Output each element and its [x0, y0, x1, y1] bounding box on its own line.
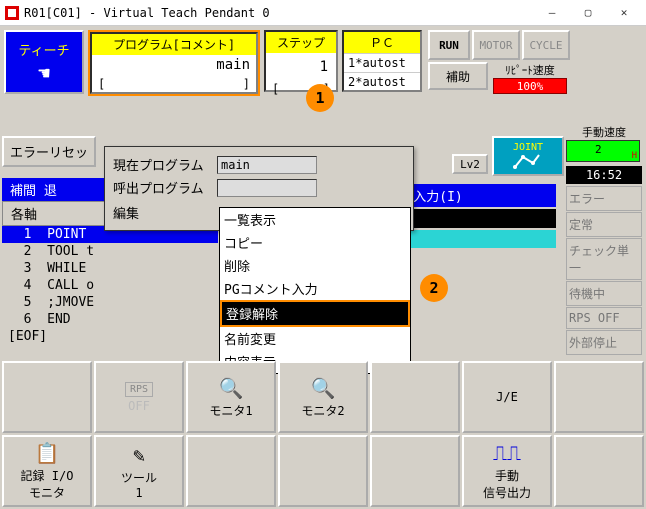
titlebar: R01[C01] - Virtual Teach Pendant 0 — ▢ ✕	[0, 0, 646, 26]
manual-speed-box[interactable]: 2 H	[566, 140, 640, 162]
status-error: エラー	[566, 186, 642, 211]
lv2-button[interactable]: Lv2	[452, 154, 488, 174]
status-wait: 待機中	[566, 281, 642, 306]
menu-item[interactable]: 名前変更	[220, 327, 410, 350]
off-label: OFF	[128, 399, 150, 413]
menu-item[interactable]: PGコメント入力	[220, 277, 410, 300]
rps-label: RPS	[125, 382, 153, 397]
minimize-button[interactable]: —	[534, 2, 570, 24]
status-extstop: 外部停止	[566, 330, 642, 355]
pc-row: 2*autost	[344, 72, 420, 91]
repeat-speed-box: ﾘﾋﾟｰﾄ速度 100%	[490, 62, 570, 94]
robot-arm-icon	[513, 153, 543, 171]
bottom-blank-6[interactable]	[370, 435, 460, 507]
bottom-grid: RPS OFF 🔍 モニタ1 🔍 モニタ2 J/E 📋 記録 I/O モニタ ✎…	[2, 361, 644, 507]
menu-item[interactable]: 一覧表示	[220, 208, 410, 231]
pc-header: ＰＣ	[344, 32, 420, 53]
record-io-label: 記録 I/O モニタ	[21, 467, 74, 501]
teach-button[interactable]: ティーチ ☚	[4, 30, 84, 94]
monitor-icon: 🔍	[219, 376, 244, 400]
joint-label: JOINT	[513, 142, 543, 153]
je-label: J/E	[496, 390, 518, 404]
monitor2-button[interactable]: 🔍 モニタ2	[278, 361, 368, 433]
speed-mark-icon: H	[632, 151, 637, 161]
monitor1-label: モニタ1	[209, 402, 252, 419]
bottom-blank-5[interactable]	[278, 435, 368, 507]
pc-box[interactable]: ＰＣ 1*autost 2*autost	[342, 30, 422, 92]
program-line[interactable]: 4 CALL o	[2, 277, 218, 294]
eof-marker: [EOF]	[2, 328, 218, 345]
repeat-label: ﾘﾋﾟｰﾄ速度	[505, 62, 555, 78]
maximize-button[interactable]: ▢	[570, 2, 606, 24]
step-value: 1	[266, 53, 336, 81]
clock-display: 16:52	[566, 166, 642, 184]
program-line[interactable]: 5 ;JMOVE	[2, 294, 218, 311]
signal-out-label: 手動 信号出力	[483, 467, 531, 501]
error-reset-tab[interactable]: エラーリセッ	[2, 136, 96, 167]
current-program-field[interactable]: main	[217, 156, 317, 174]
cycle-button[interactable]: CYCLE	[522, 30, 570, 60]
joint-button[interactable]: JOINT	[492, 136, 564, 176]
bottom-blank-3[interactable]	[554, 361, 644, 433]
program-line[interactable]: 6 END	[2, 311, 218, 328]
menu-item[interactable]: コピー	[220, 231, 410, 254]
aux-button[interactable]: 補助	[428, 62, 488, 90]
edit-menu: 一覧表示コピー削除PGコメント入力登録解除名前変更内容表示	[219, 207, 411, 374]
manual-speed-label: 手動速度	[566, 124, 642, 140]
tool1-button[interactable]: ✎ ツール 1	[94, 435, 184, 507]
program-line[interactable]: 3 WHILE	[2, 260, 218, 277]
teach-label: ティーチ	[18, 40, 69, 59]
bottom-blank-2[interactable]	[370, 361, 460, 433]
pulse-icon: ⎍⎍	[493, 441, 521, 465]
program-box-highlight: プログラム[コメント] main []	[88, 30, 260, 96]
record-io-button[interactable]: 📋 記録 I/O モニタ	[2, 435, 92, 507]
motor-button[interactable]: MOTOR	[472, 30, 520, 60]
signal-out-button[interactable]: ⎍⎍ 手動 信号出力	[462, 435, 552, 507]
call-program-label: 呼出プログラム	[113, 178, 217, 197]
callout-2: 2	[420, 274, 448, 302]
status-normal: 定常	[566, 212, 642, 237]
program-line[interactable]: 2 TOOL t	[2, 243, 218, 260]
step-header: ステップ	[266, 32, 336, 53]
run-button[interactable]: RUN	[428, 30, 470, 60]
callout-1: 1	[306, 84, 334, 112]
current-program-label: 現在プログラム	[113, 155, 217, 174]
program-header: プログラム[コメント]	[92, 34, 256, 55]
bottom-blank-4[interactable]	[186, 435, 276, 507]
pc-row: 1*autost	[344, 53, 420, 72]
monitor2-label: モニタ2	[301, 402, 344, 419]
edit-popup: 現在プログラム main 呼出プログラム 編集 一覧表示コピー削除PGコメント入…	[104, 146, 414, 231]
window-title: R01[C01] - Virtual Teach Pendant 0	[24, 6, 270, 20]
repeat-value[interactable]: 100%	[493, 78, 567, 94]
rps-off-button[interactable]: RPS OFF	[94, 361, 184, 433]
status-check: チェック単一	[566, 238, 642, 280]
app-icon	[4, 5, 20, 21]
speed-value: 2	[595, 143, 602, 156]
monitor1-button[interactable]: 🔍 モニタ1	[186, 361, 276, 433]
tool1-label: ツール 1	[121, 469, 157, 500]
hand-icon: ☚	[38, 61, 50, 85]
menu-item[interactable]: 登録解除	[220, 300, 410, 327]
je-button[interactable]: J/E	[462, 361, 552, 433]
tool-icon: ✎	[133, 443, 145, 467]
program-box[interactable]: プログラム[コメント] main []	[90, 32, 258, 94]
menu-item[interactable]: 削除	[220, 254, 410, 277]
monitor-icon: 🔍	[311, 376, 336, 400]
call-program-field[interactable]	[217, 179, 317, 197]
close-button[interactable]: ✕	[606, 2, 642, 24]
bottom-blank-1[interactable]	[2, 361, 92, 433]
program-value: main	[92, 55, 256, 76]
step-box[interactable]: ステップ 1 []	[264, 30, 338, 92]
bottom-blank-7[interactable]	[554, 435, 644, 507]
status-rps: RPS OFF	[566, 307, 642, 329]
clipboard-icon: 📋	[35, 441, 60, 465]
